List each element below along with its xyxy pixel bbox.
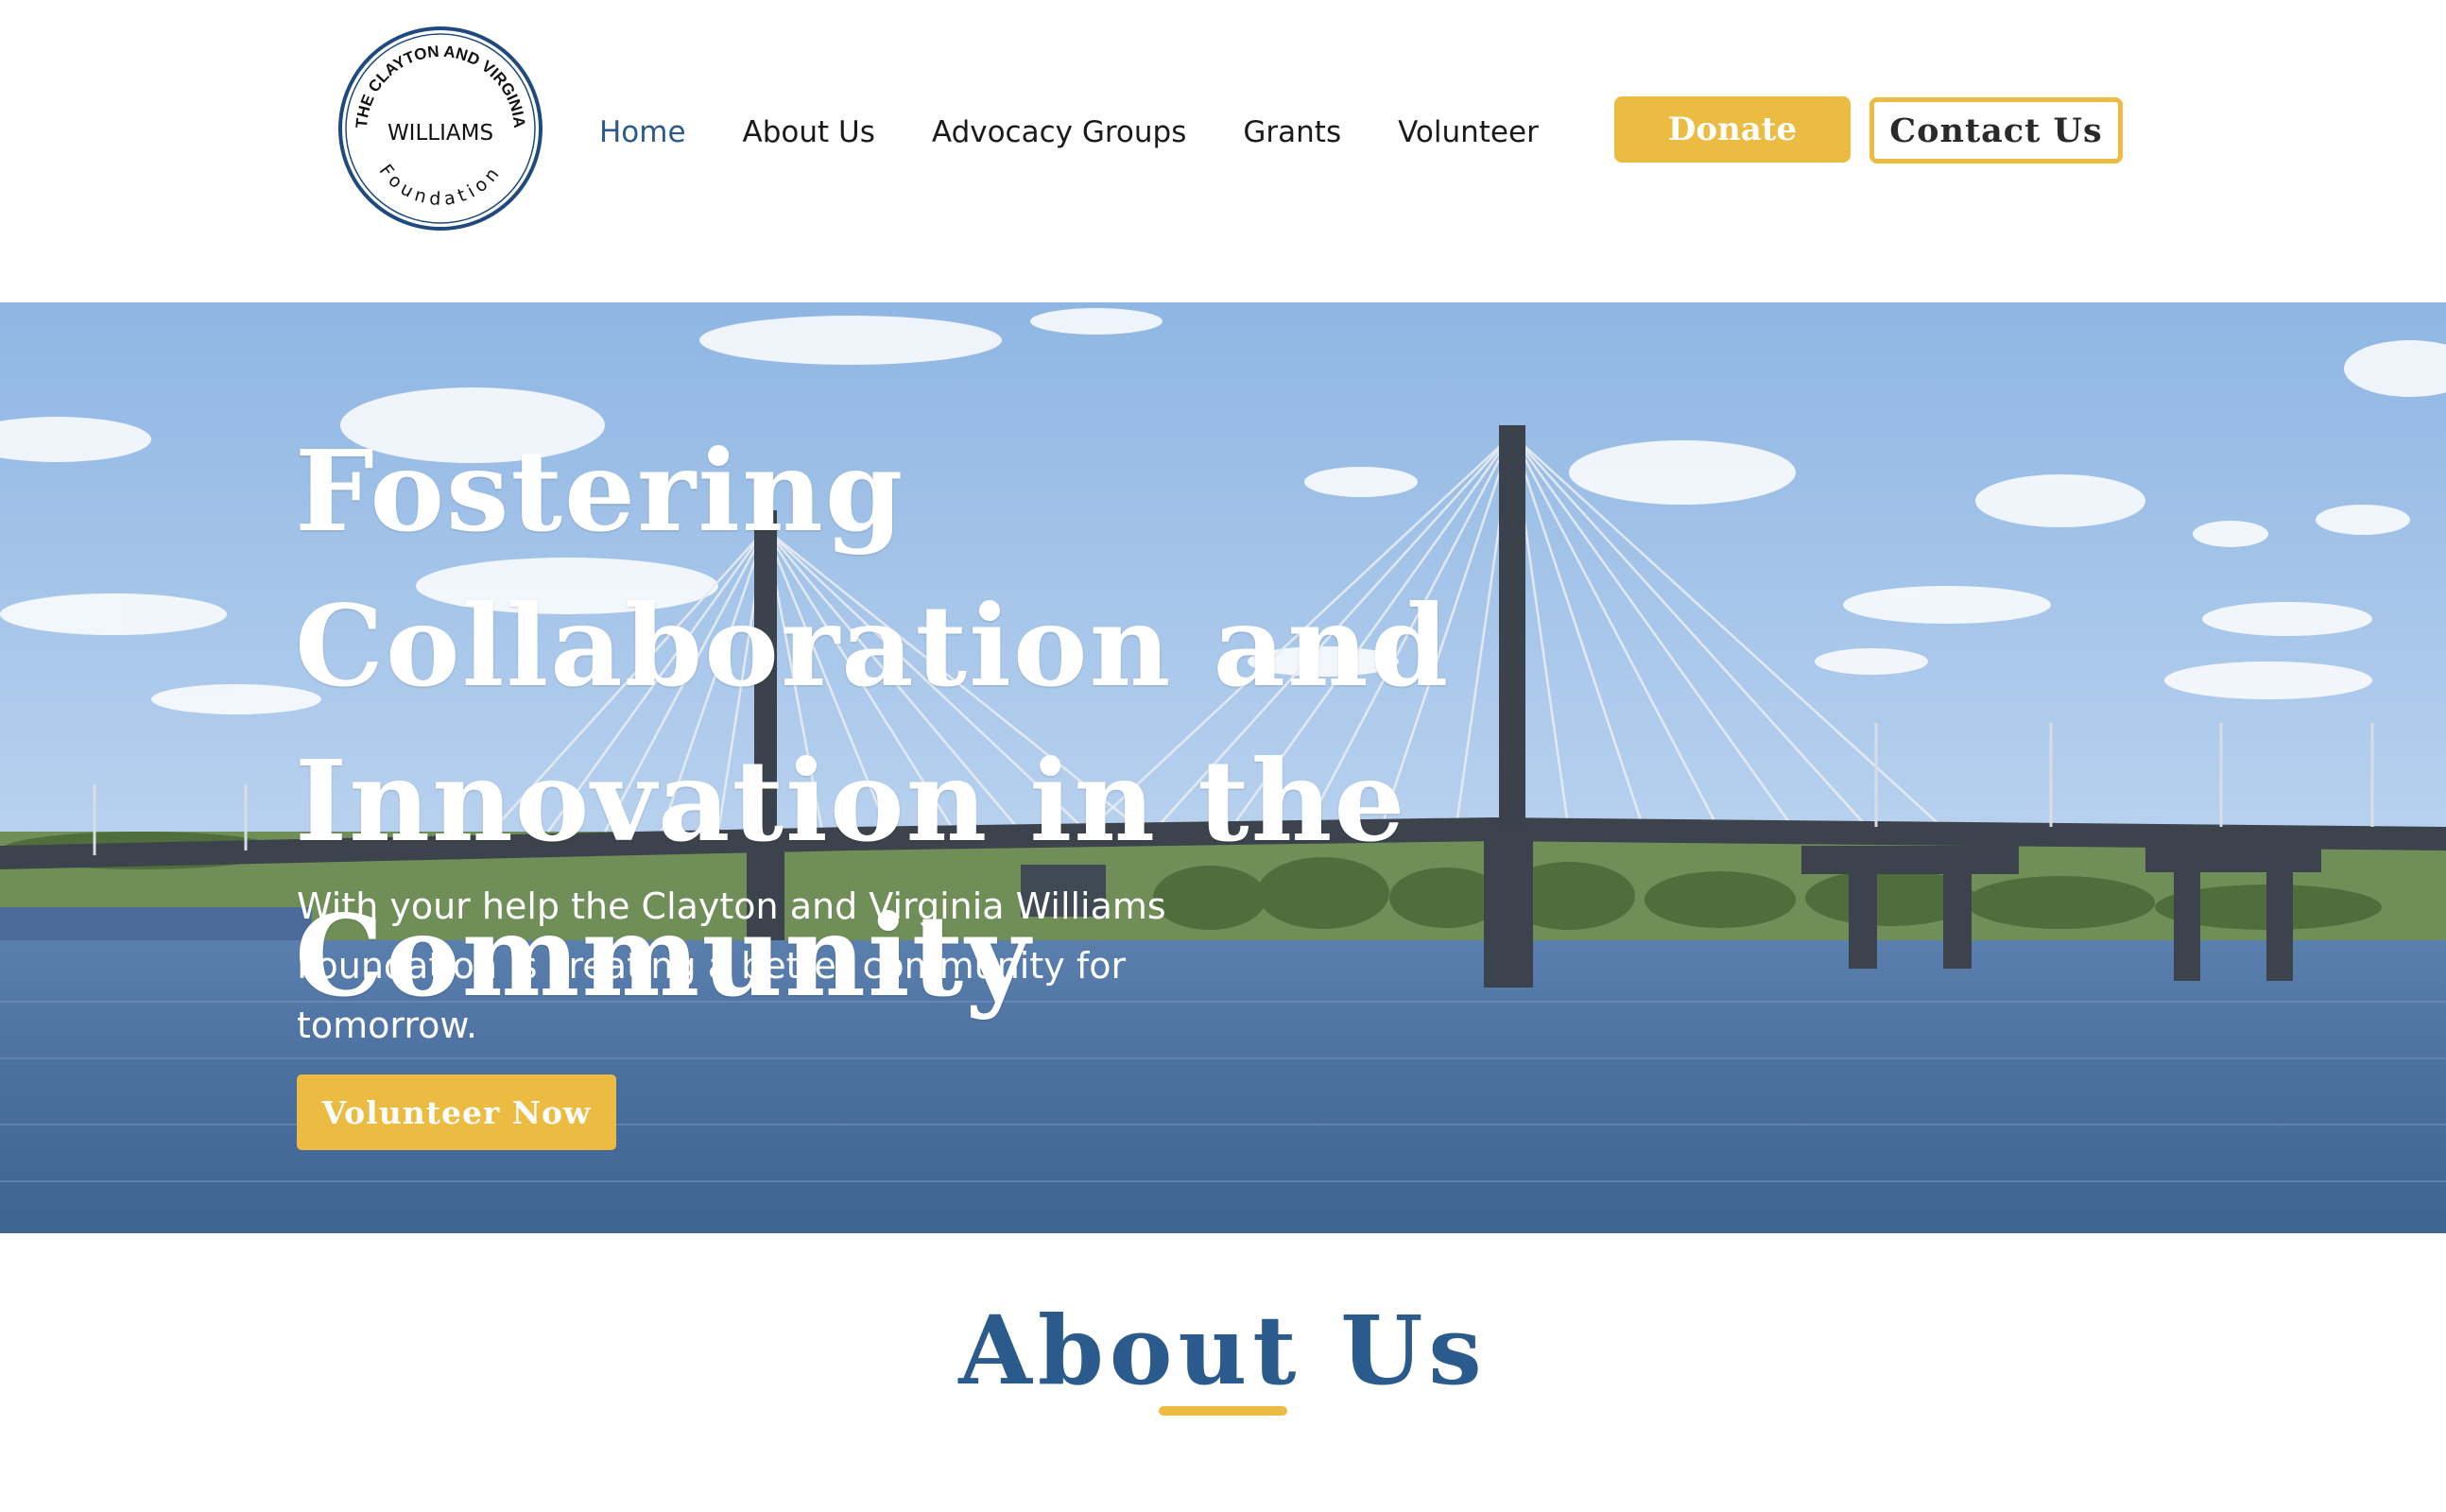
site-header: THE CLAYTON AND VIRGINIA WILLIAMS Founda…	[0, 0, 2446, 302]
about-us-heading: About Us	[958, 1295, 1488, 1406]
about-underline-divider	[1159, 1406, 1287, 1416]
nav-home[interactable]: Home	[599, 115, 686, 149]
hero-description: With your help the Clayton and Virginia …	[297, 885, 1166, 1046]
volunteer-now-button[interactable]: Volunteer Now	[297, 1074, 616, 1150]
nav-about-us[interactable]: About Us	[743, 115, 875, 149]
nav-advocacy-groups[interactable]: Advocacy Groups	[932, 115, 1186, 149]
nav-grants[interactable]: Grants	[1243, 115, 1341, 149]
nav-volunteer[interactable]: Volunteer	[1398, 115, 1539, 149]
hero-section: Fostering Collaboration and Innovation i…	[0, 302, 2446, 1233]
foundation-logo[interactable]: THE CLAYTON AND VIRGINIA WILLIAMS Founda…	[336, 25, 544, 232]
contact-us-button[interactable]: Contact Us	[1869, 97, 2123, 163]
main-nav: Home About Us Advocacy Groups Grants Vol…	[599, 112, 1539, 153]
donate-button[interactable]: Donate	[1614, 96, 1851, 163]
logo-middle-text: WILLIAMS	[388, 121, 493, 146]
